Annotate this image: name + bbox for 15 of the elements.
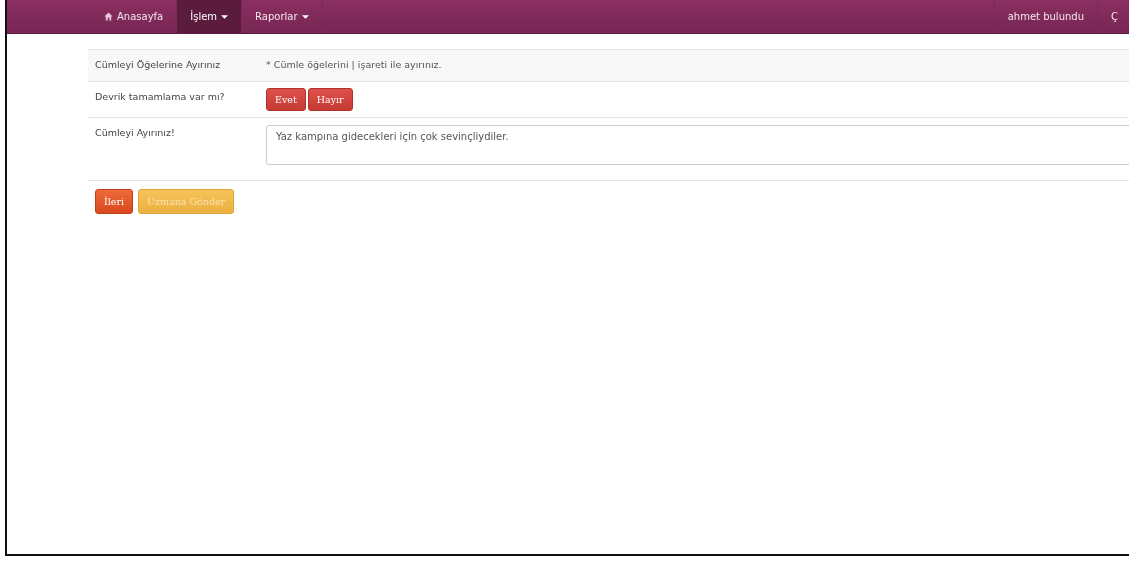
field-label: Devrik tamamlama var mı? [94,90,226,104]
choice-button[interactable]: Evet [266,88,306,111]
sentence-field[interactable]: Yaz kampına gidecekleri için çok sevinçliydiler. [266,125,1129,165]
instruction-text: * Cümle öğelerini | işareti ile ayırınız. [266,59,442,70]
action-button[interactable]: İleri [95,189,133,214]
caret-icon [301,14,309,19]
nav-item[interactable]: İşlem [177,0,243,33]
field-label: Cümleyi Öğelerine Ayırınız [94,58,222,72]
nav-item[interactable]: ahmet bulundu [993,0,1097,33]
caret-icon [221,14,229,19]
choice-button[interactable]: Hayır [307,88,353,111]
nav-item[interactable]: Ç [1097,0,1129,33]
nav-item[interactable]: Raporlar [242,0,323,33]
home-icon [104,12,113,21]
field-label: Cümleyi Ayırınız! [94,126,176,140]
